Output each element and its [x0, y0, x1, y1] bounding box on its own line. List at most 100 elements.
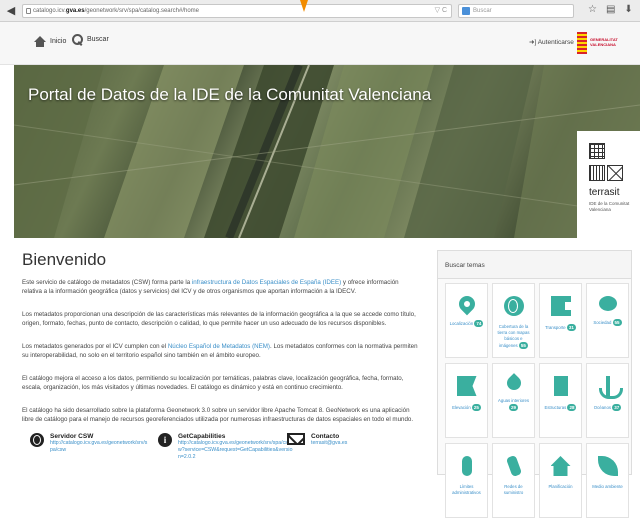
topic-count-badge: 31 — [566, 324, 576, 331]
url-prefix: catalogo.icv. — [33, 8, 66, 14]
topic-tile[interactable]: Redes de suministro — [492, 443, 535, 518]
topic-label-text: Océanos — [593, 405, 613, 410]
browser-icons: ☆ ▤ ⬇ ⌂ — [588, 4, 640, 15]
topic-label-text: Planificación — [548, 484, 573, 489]
logo-grid-icon — [589, 143, 605, 159]
topic-label: Planificación — [540, 484, 581, 490]
address-bar[interactable]: catalogo.icv.gva.es/geonetwork/srv/spa/c… — [22, 4, 452, 18]
topic-tile[interactable]: Medio ambiente — [586, 443, 629, 518]
nav-search[interactable]: Buscar — [72, 34, 109, 45]
topic-label: Cobertura de la tierra con mapas básicos… — [493, 324, 534, 349]
topic-label-text: Transporte — [545, 325, 567, 330]
intro-paragraph-5: El catálogo ha sido desarrollado sobre l… — [22, 407, 414, 423]
phone-icon — [505, 454, 522, 478]
leaf-icon — [597, 456, 618, 476]
topic-label: Localización 74 — [446, 320, 487, 327]
nav-home[interactable]: Inicio — [34, 36, 66, 47]
topic-count-badge: 28 — [567, 404, 577, 411]
topic-count-badge: 25 — [471, 404, 481, 411]
topic-count-badge: 55 — [612, 319, 622, 326]
topic-label-text: Aguas interiores — [497, 398, 530, 403]
topic-tile[interactable]: Planificación — [539, 443, 582, 518]
url-domain: gva.es — [65, 8, 85, 14]
flag-icon — [456, 376, 477, 396]
topic-label: Redes de suministro — [493, 484, 534, 496]
reload-icon[interactable]: ▽ C — [435, 5, 447, 17]
water-drop-icon — [503, 373, 524, 393]
logo-bars-icon — [589, 165, 605, 181]
getcapabilities-block: i GetCapabilities http://catalogo.icv.gv… — [158, 433, 294, 461]
generalitat-logo[interactable]: GENERALITAT VALENCIANA — [577, 32, 621, 54]
hero-banner: Portal de Datos de la IDE de la Comunita… — [14, 65, 640, 238]
map-pin-icon — [455, 292, 478, 316]
intro-paragraph-3: Los metadatos generados por el ICV cumpl… — [22, 342, 420, 360]
p1-text-a: Este servicio de catálogo de metadatos (… — [22, 279, 192, 286]
topic-tile[interactable]: Estructuras 28 — [539, 363, 582, 438]
url-path: /geonetwork/srv/spa/catalog.search#/home — [84, 8, 199, 14]
star-icon[interactable]: ☆ — [588, 4, 597, 15]
login-link[interactable]: ➜] Autenticarse — [529, 38, 574, 46]
topic-tile[interactable]: Cobertura de la tierra con mapas básicos… — [492, 283, 535, 358]
truck-icon — [550, 296, 571, 316]
topic-tile[interactable]: Transporte 31 — [539, 283, 582, 358]
contact-email-link[interactable]: terrasit@gva.es — [311, 440, 411, 447]
anchor-icon — [598, 376, 623, 399]
site-header: Inicio Buscar ➜] Autenticarse GENERALITA… — [0, 22, 640, 65]
search-engine-icon — [462, 7, 470, 15]
topic-label: Aguas interiores 29 — [493, 398, 534, 411]
intro-paragraph-4: El catálogo mejora el acceso a los datos… — [22, 375, 404, 391]
terrasit-logo: terrasit IDE de la Comunitat Valenciana — [577, 131, 640, 238]
browser-search-placeholder: Buscar — [473, 8, 492, 14]
idee-link[interactable]: infraestructura de Datos Espaciales de E… — [192, 279, 341, 286]
getcapabilities-link[interactable]: http://catalogo.icv.gva.es/geonetwork/sr… — [178, 440, 294, 461]
topic-label: Estructuras 28 — [540, 404, 581, 411]
contact-title: Contacto — [311, 433, 340, 440]
topic-tile[interactable]: Océanos 37 — [586, 363, 629, 438]
topic-label-text: Elevación — [452, 405, 472, 410]
topic-tile[interactable]: Sociedad 55 — [586, 283, 629, 358]
topic-tile[interactable]: Localización 74 — [445, 283, 488, 358]
globe-icon — [503, 296, 524, 316]
annotation-arrow — [300, 0, 308, 12]
csw-link[interactable]: http://catalogo.icv.gva.es/geonetwork/sr… — [50, 440, 150, 454]
nav-home-label: Inicio — [50, 38, 67, 45]
download-icon[interactable]: ⬇ — [624, 4, 632, 15]
topic-label-text: Estructuras — [544, 405, 568, 410]
topic-tile[interactable]: Aguas interiores 29 — [492, 363, 535, 438]
browser-search-input[interactable]: Buscar — [458, 4, 574, 18]
envelope-icon — [287, 433, 305, 445]
topic-count-badge: 37 — [612, 404, 622, 411]
topic-count-badge: 29 — [508, 404, 518, 411]
lock-icon — [26, 8, 31, 14]
topic-label: Sociedad 55 — [587, 319, 628, 326]
info-icon: i — [158, 433, 172, 447]
intro-paragraph-2: Los metadatos proporcionan una descripci… — [22, 311, 416, 327]
logo-text: GENERALITAT VALENCIANA — [590, 37, 618, 47]
p3-text-a: Los metadatos generados por el ICV cumpl… — [22, 343, 168, 350]
logo-stripes — [577, 32, 587, 54]
terrasit-subtitle: IDE de la Comunitat Valenciana — [589, 201, 630, 212]
hero-title: Portal de Datos de la IDE de la Comunita… — [28, 85, 432, 104]
globe-icon — [30, 433, 44, 447]
intro-paragraph-1: Este servicio de catálogo de metadatos (… — [22, 278, 420, 296]
topic-label-text: Localización — [449, 321, 475, 326]
topic-label-text: Sociedad — [593, 320, 613, 325]
topic-count-badge: 74 — [474, 320, 484, 327]
login-label: Autenticarse — [537, 39, 574, 46]
back-arrow-icon[interactable]: ◀ — [4, 4, 18, 18]
bookmark-icon[interactable]: ▤ — [606, 4, 615, 15]
welcome-heading: Bienvenido — [22, 250, 107, 269]
nem-link[interactable]: Núcleo Español de Metadatos (NEM) — [168, 343, 270, 350]
search-icon — [72, 34, 83, 45]
chat-icon — [598, 296, 617, 311]
topic-label-text: Límites administrativos — [452, 484, 481, 495]
topics-header: Buscar temas — [438, 251, 631, 279]
house-icon — [34, 36, 46, 47]
topic-tile[interactable]: Límites administrativos — [445, 443, 488, 518]
getcapabilities-title: GetCapabilities — [178, 433, 226, 440]
csw-title: Servidor CSW — [50, 433, 94, 440]
topic-tile[interactable]: Elevación 25 — [445, 363, 488, 438]
topic-label-text: Redes de suministro — [503, 484, 524, 495]
logo-x-icon — [607, 165, 623, 181]
house-icon — [550, 456, 571, 476]
